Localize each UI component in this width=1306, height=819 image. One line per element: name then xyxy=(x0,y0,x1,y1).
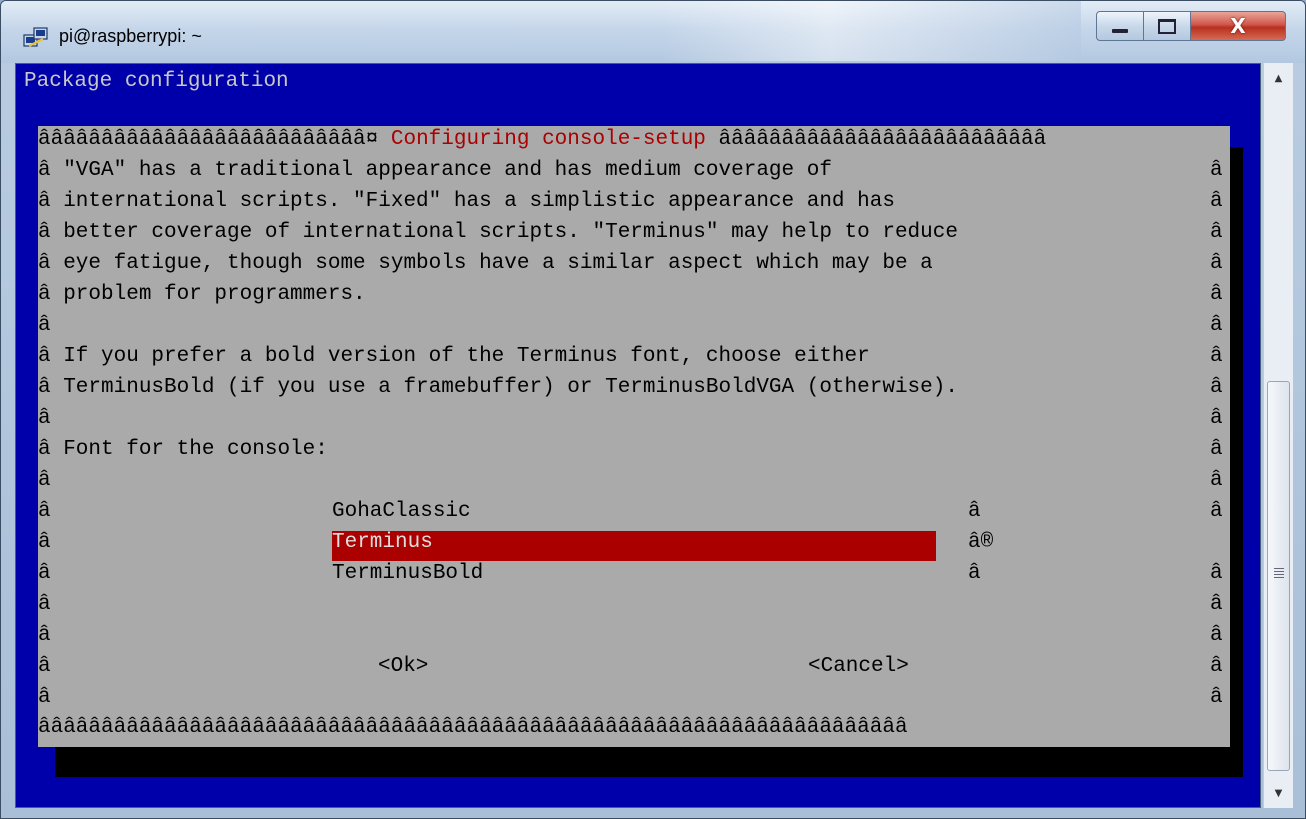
menu-scroll-indicator: â® xyxy=(968,531,994,554)
dialog-blank-line: ââ xyxy=(38,593,1223,616)
line-text: â xyxy=(38,469,51,492)
left-border: â xyxy=(38,686,51,709)
left-border: â xyxy=(38,531,51,554)
dialog-text-line: â TerminusBold (if you use a framebuffer… xyxy=(38,376,1223,399)
close-icon: X xyxy=(1230,14,1246,38)
putty-window: pi@raspberrypi: ~ X Package configuratio… xyxy=(0,0,1306,819)
right-border: â xyxy=(1210,655,1223,678)
maximize-button[interactable] xyxy=(1143,11,1191,41)
console-setup-dialog: ââââââââââââââââââââââââââ¤ Configuring … xyxy=(38,126,1243,747)
right-border: â xyxy=(1210,283,1223,306)
line-text: â xyxy=(38,407,51,430)
dialog-title: Configuring console-setup xyxy=(390,128,706,151)
dialog-bottom-border: ââââââââââââââââââââââââââââââââââââââââ… xyxy=(38,716,908,739)
button-row: ââ xyxy=(38,655,1223,678)
dialog-text-line: â If you prefer a bold version of the Te… xyxy=(38,345,1223,368)
font-option-gohaclassic[interactable]: GohaClassic xyxy=(332,500,471,523)
font-prompt: â Font for the console: â xyxy=(38,438,1223,461)
right-border: â xyxy=(1210,376,1223,399)
cancel-button[interactable]: <Cancel> xyxy=(808,655,909,678)
right-border: â xyxy=(1210,159,1223,182)
dialog-text-line: ââ xyxy=(38,407,1223,430)
right-border: â xyxy=(1210,438,1223,461)
minimize-icon xyxy=(1112,29,1128,33)
maximize-icon xyxy=(1158,18,1176,34)
grip-icon xyxy=(1274,568,1284,578)
minimize-button[interactable] xyxy=(1096,11,1144,41)
vertical-scrollbar[interactable]: ▲ ▼ xyxy=(1263,63,1293,808)
left-border: â xyxy=(38,593,51,616)
dialog-text-line: â problem for programmers. â xyxy=(38,283,1223,306)
line-text: â xyxy=(38,314,51,337)
title-bar-glare xyxy=(661,1,1081,61)
dialog-text-line: ââ xyxy=(38,314,1223,337)
right-border: â xyxy=(1210,686,1223,709)
right-border: â xyxy=(1210,190,1223,213)
menu-row: ââ xyxy=(38,562,1223,585)
left-border: â xyxy=(38,655,51,678)
putty-icon[interactable] xyxy=(23,27,49,49)
right-border: â xyxy=(1210,345,1223,368)
terminal-area[interactable]: Package configuration ââââââââââââââââââ… xyxy=(15,63,1261,808)
line-text: â international scripts. "Fixed" has a s… xyxy=(38,190,895,213)
ok-button[interactable]: <Ok> xyxy=(378,655,428,678)
frame-left: ââââââââââââââââââââââââââ¤ xyxy=(38,128,391,151)
menu-row: ââ xyxy=(38,531,1243,554)
line-text: â problem for programmers. xyxy=(38,283,366,306)
font-option-terminus[interactable]: Terminus xyxy=(332,531,936,561)
left-border: â xyxy=(38,562,51,585)
right-border: â xyxy=(1210,593,1223,616)
dialog-text-line: â better coverage of international scrip… xyxy=(38,221,1223,244)
dialog-text-line: ââ xyxy=(38,469,1223,492)
right-border: â xyxy=(1230,531,1243,554)
left-border: â xyxy=(38,624,51,647)
menu-scroll-border: â xyxy=(968,500,981,523)
right-border: â xyxy=(1210,252,1223,275)
right-border: â xyxy=(1210,469,1223,492)
right-border: â xyxy=(1210,562,1223,585)
scroll-up-arrow-icon[interactable]: ▲ xyxy=(1264,67,1293,89)
close-button[interactable]: X xyxy=(1190,11,1286,41)
line-text: â Font for the console: xyxy=(38,438,328,461)
scroll-down-arrow-icon[interactable]: ▼ xyxy=(1264,782,1293,804)
title-bar[interactable]: pi@raspberrypi: ~ X xyxy=(1,1,1305,63)
menu-row: ââ xyxy=(38,500,1223,523)
window-title: pi@raspberrypi: ~ xyxy=(59,26,202,46)
package-configuration-header: Package configuration xyxy=(24,70,289,93)
menu-scroll-border: â xyxy=(968,562,981,585)
scrollbar-thumb[interactable] xyxy=(1267,381,1290,771)
right-border: â xyxy=(1210,314,1223,337)
left-border: â xyxy=(38,500,51,523)
line-text: â If you prefer a bold version of the Te… xyxy=(38,345,870,368)
dialog-blank-line: ââ xyxy=(38,686,1223,709)
right-border: â xyxy=(1210,500,1223,523)
line-text: â eye fatigue, though some symbols have … xyxy=(38,252,933,275)
right-border: â xyxy=(1210,221,1223,244)
frame-right: ââââââââââââââââââââââââââ xyxy=(705,128,1047,151)
dialog-blank-line: ââ xyxy=(38,624,1223,647)
right-border: â xyxy=(1210,407,1223,430)
dialog-text-line: â "VGA" has a traditional appearance and… xyxy=(38,159,1223,182)
dialog-text-line: â international scripts. "Fixed" has a s… xyxy=(38,190,1223,213)
line-text: â better coverage of international scrip… xyxy=(38,221,958,244)
dialog-top-border: ââââââââââââââââââââââââââ¤ Configuring … xyxy=(38,128,1046,151)
right-border: â xyxy=(1210,624,1223,647)
line-text: â "VGA" has a traditional appearance and… xyxy=(38,159,832,182)
line-text: â TerminusBold (if you use a framebuffer… xyxy=(38,376,958,399)
dialog-text-line: â eye fatigue, though some symbols have … xyxy=(38,252,1223,275)
font-option-terminusbold[interactable]: TerminusBold xyxy=(332,562,483,585)
